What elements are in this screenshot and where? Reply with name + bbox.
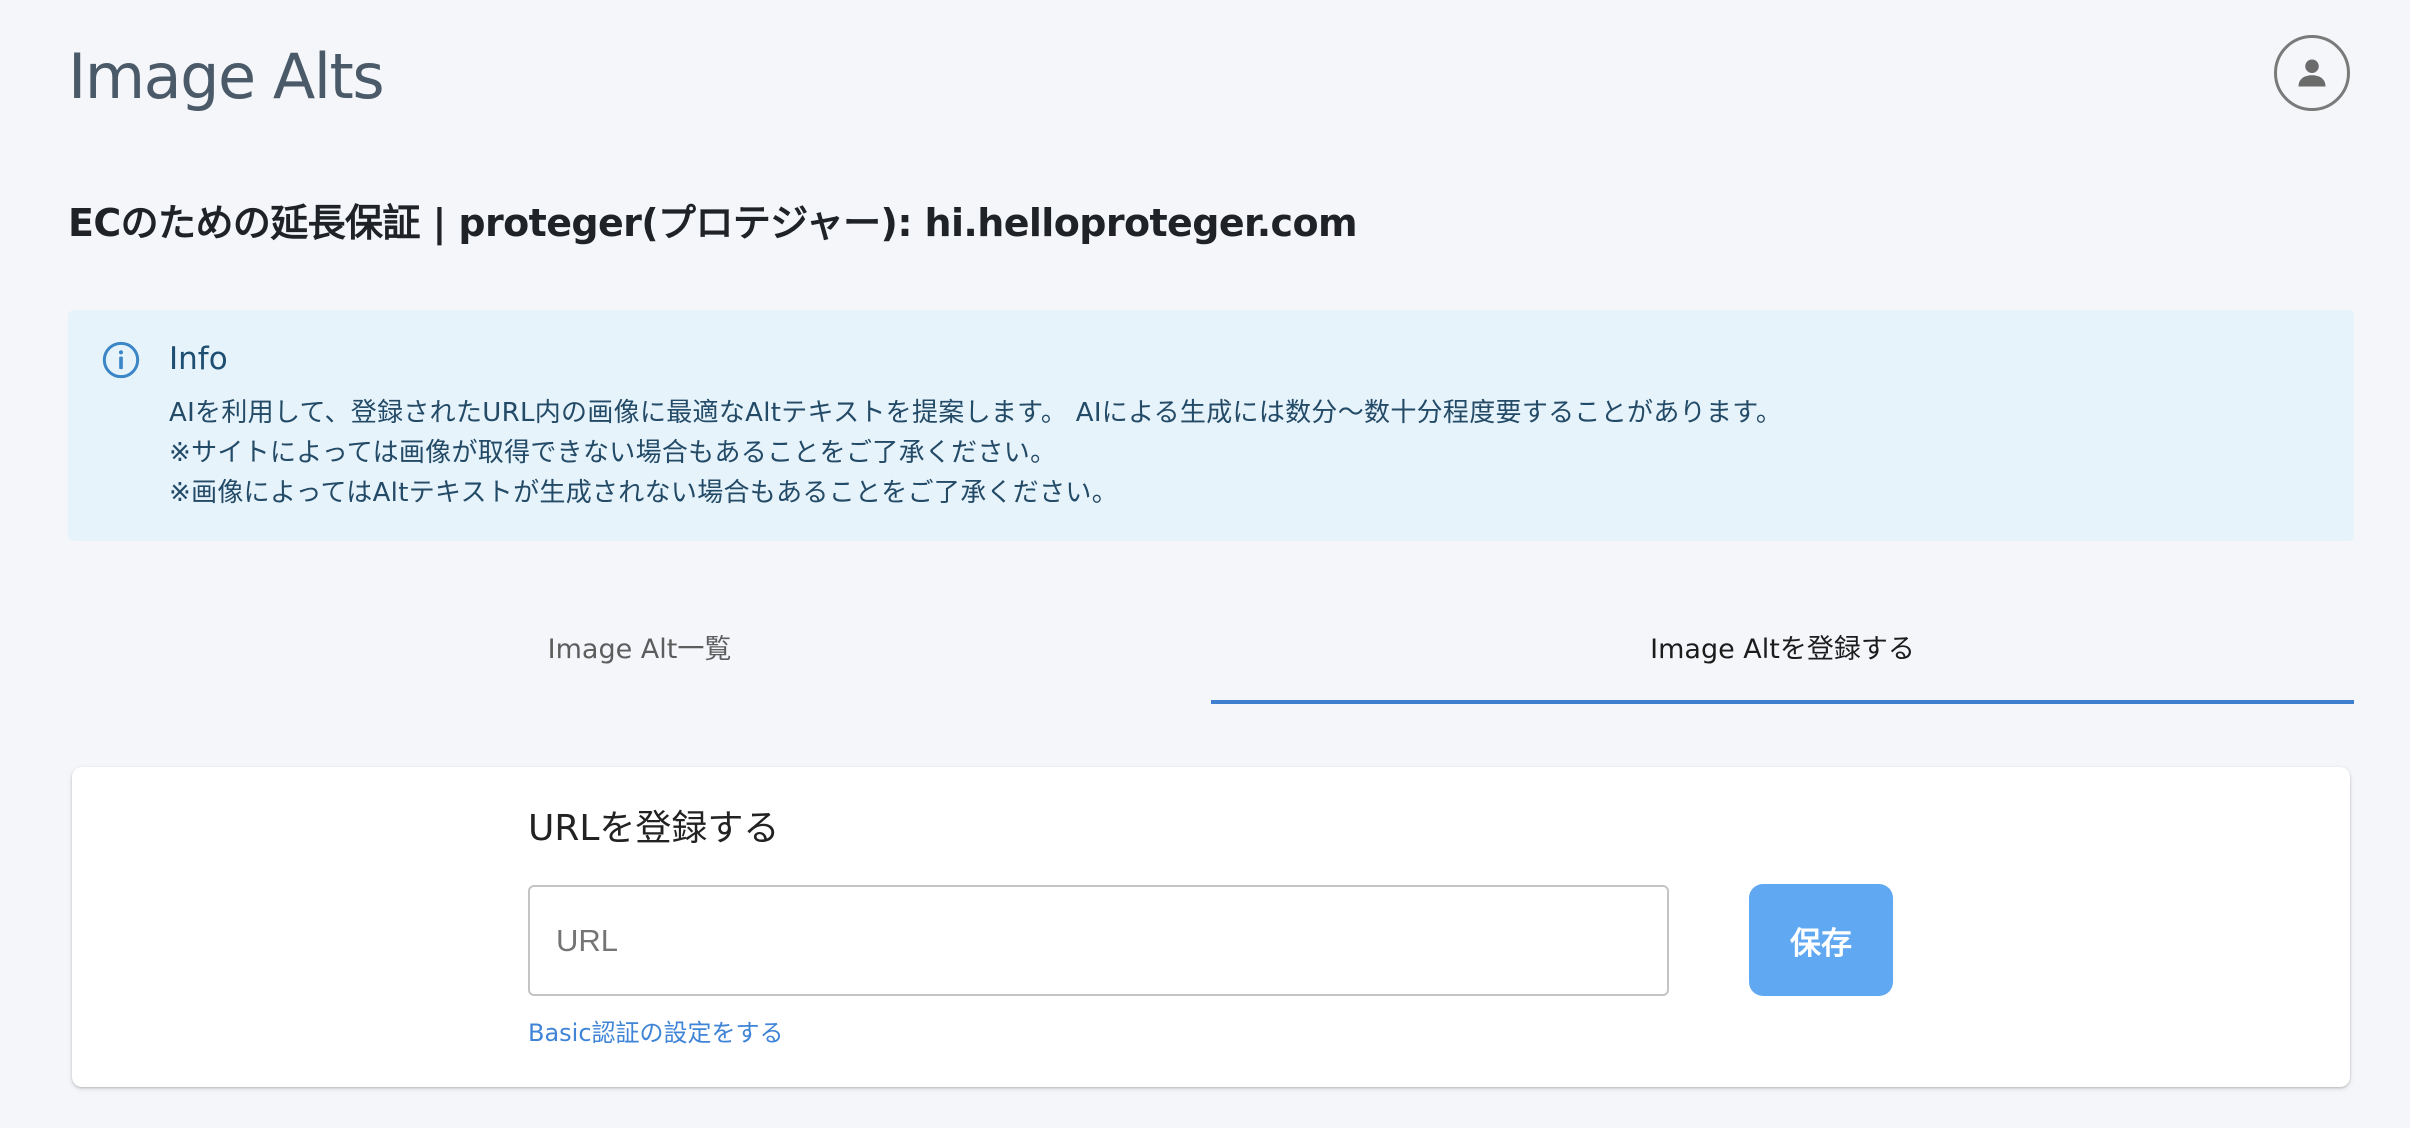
info-message: AIを利用して、登録されたURL内の画像に最適なAltテキストを提案します。 A… <box>169 393 1782 513</box>
tab-image-alt-list[interactable]: Image Alt一覧 <box>68 604 1211 704</box>
form-title: URLを登録する <box>528 808 780 849</box>
tab-register-image-alt[interactable]: Image Altを登録する <box>1211 604 2354 704</box>
info-line: ※画像によってはAltテキストが生成されない場合もあることをご了承ください。 <box>169 478 1119 508</box>
info-line: ※サイトによっては画像が取得できない場合もあることをご了承ください。 <box>169 438 1057 468</box>
info-alert: Info AIを利用して、登録されたURL内の画像に最適なAltテキストを提案し… <box>68 310 2354 541</box>
account-avatar-button[interactable] <box>2274 35 2350 111</box>
register-url-card: URLを登録する 保存 Basic認証の設定をする <box>72 767 2350 1087</box>
info-line: AIを利用して、登録されたURL内の画像に最適なAltテキストを提案します。 A… <box>169 398 1783 428</box>
tab-bar: Image Alt一覧 Image Altを登録する <box>68 604 2354 704</box>
person-icon <box>2298 59 2326 87</box>
info-circle-icon <box>102 341 140 379</box>
info-title: Info <box>169 341 228 377</box>
url-input[interactable] <box>528 885 1669 996</box>
app-title: Image Alts <box>68 40 385 113</box>
save-button[interactable]: 保存 <box>1749 884 1893 996</box>
basic-auth-settings-link[interactable]: Basic認証の設定をする <box>528 1016 784 1050</box>
site-title: ECのための延長保証 | proteger(プロテジャー): hi.hellop… <box>68 201 1358 245</box>
